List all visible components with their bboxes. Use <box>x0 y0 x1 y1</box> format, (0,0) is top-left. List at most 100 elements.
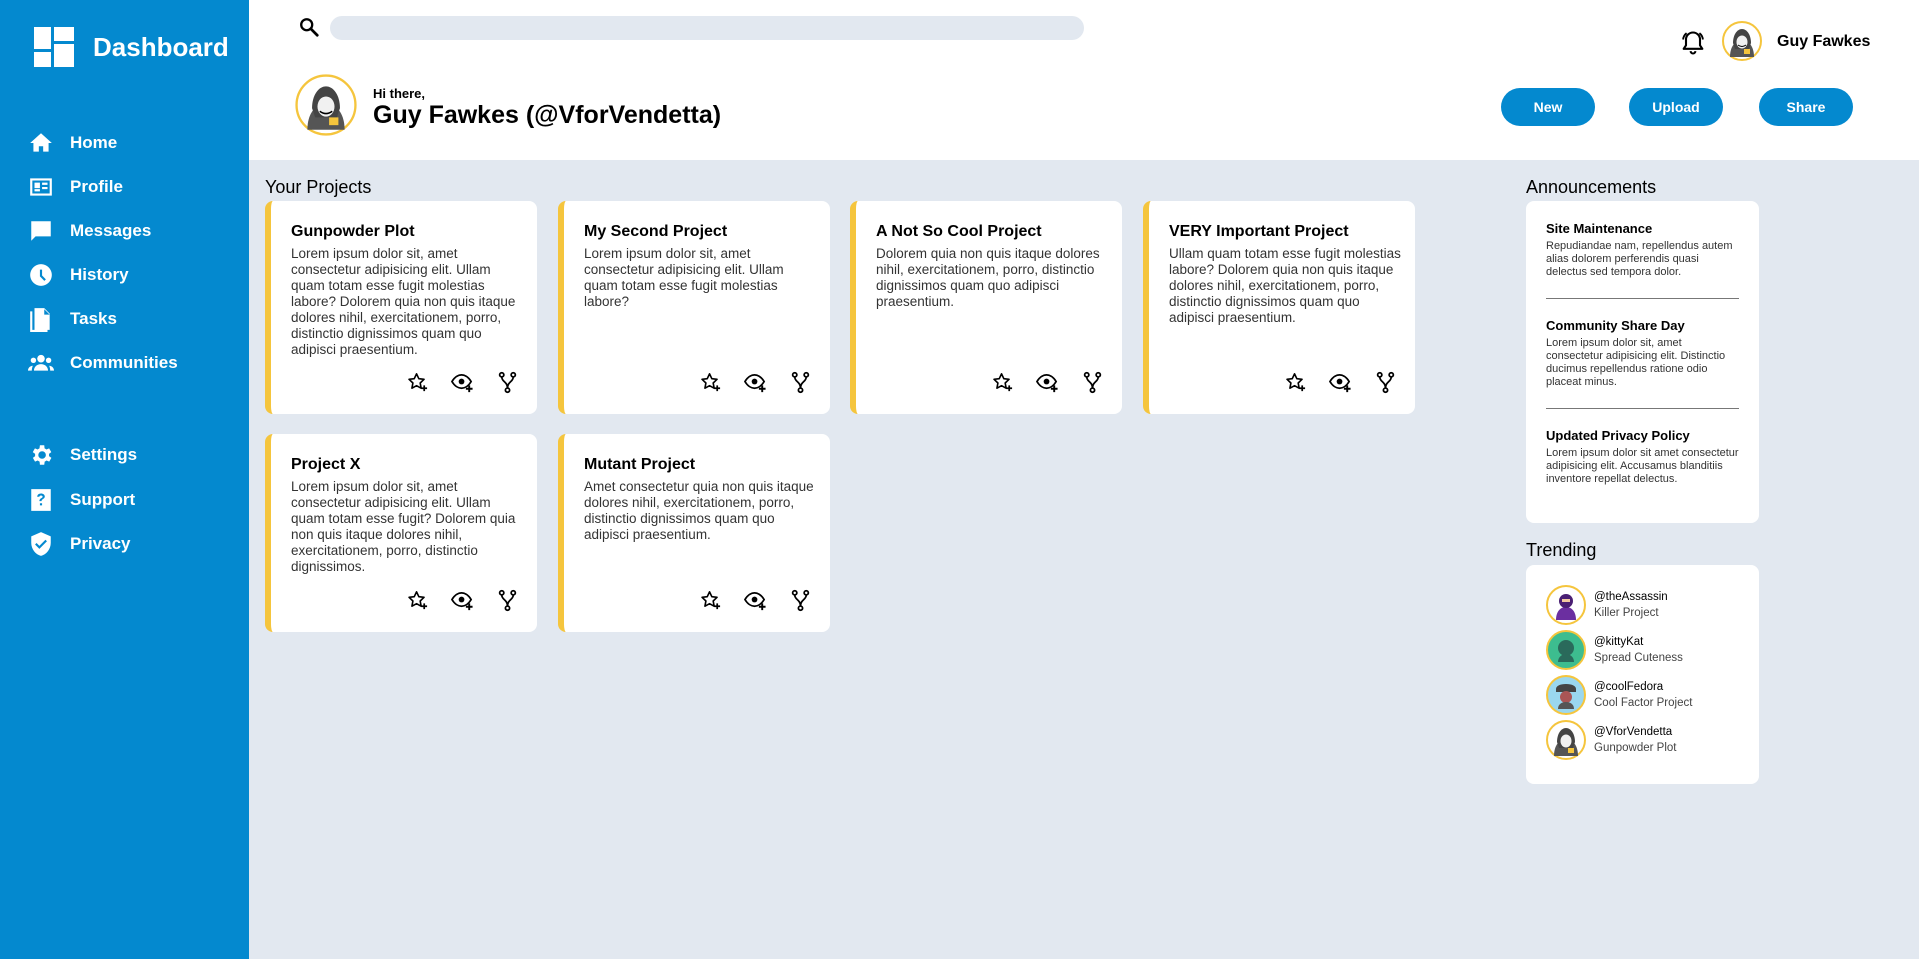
fork-icon[interactable] <box>1081 371 1104 394</box>
trending-item[interactable]: @theAssassin Killer Project <box>1546 585 1668 625</box>
brand-title: Dashboard <box>93 31 229 62</box>
watch-icon[interactable] <box>744 371 767 394</box>
star-icon[interactable] <box>406 371 429 394</box>
announcement-title: Community Share Day <box>1546 318 1685 333</box>
trending-item[interactable]: @coolFedora Cool Factor Project <box>1546 675 1692 715</box>
sidebar-item-label: Communities <box>70 353 178 372</box>
bell-icon[interactable] <box>1679 29 1707 57</box>
sidebar-item-tasks[interactable]: Tasks <box>28 306 117 332</box>
sidebar-item-label: Profile <box>70 177 123 196</box>
trending-item[interactable]: @kittyKat Spread Cuteness <box>1546 630 1683 670</box>
user-name[interactable]: Guy Fawkes <box>1777 33 1870 51</box>
project-title: VERY Important Project <box>1169 223 1349 240</box>
project-description: Lorem ipsum dolor sit, amet consectetur … <box>291 246 516 357</box>
star-icon[interactable] <box>699 589 722 612</box>
project-card[interactable]: VERY Important Project Ullam quam totam e… <box>1143 201 1415 414</box>
trending-panel: @theAssassin Killer Project @kittyKat Spre… <box>1526 565 1759 784</box>
announcements-panel: Site Maintenance Repudiandae nam, repell… <box>1526 201 1759 523</box>
watch-icon[interactable] <box>451 589 474 612</box>
trending-item[interactable]: @VforVendetta Gunpowder Plot <box>1546 720 1676 760</box>
project-description: Amet consectetur quia non quis itaque do… <box>584 479 814 542</box>
help-icon <box>31 489 51 511</box>
chat-icon <box>31 221 51 241</box>
project-description: Lorem ipsum dolor sit, amet consectetur … <box>584 246 784 309</box>
watch-icon[interactable] <box>1329 371 1352 394</box>
project-actions <box>1284 371 1397 394</box>
watch-icon[interactable] <box>451 371 474 394</box>
project-description: Ullam quam totam esse fugit molestias la… <box>1169 246 1401 325</box>
announcement-item[interactable]: Site Maintenance Repudiandae nam, repell… <box>1546 221 1739 279</box>
sidebar-item-support[interactable]: Support <box>28 487 135 513</box>
project-actions <box>406 589 519 612</box>
sidebar-item-settings[interactable]: Settings <box>28 442 137 468</box>
page-title: Guy Fawkes (@VforVendetta) <box>373 101 722 129</box>
announcement-title: Site Maintenance <box>1546 221 1653 236</box>
star-icon[interactable] <box>699 371 722 394</box>
sidebar-item-privacy[interactable]: Privacy <box>28 531 131 557</box>
project-card[interactable]: Project X Lorem ipsum dolor sit, amet con… <box>265 434 537 632</box>
star-icon[interactable] <box>406 589 429 612</box>
watch-icon[interactable] <box>744 589 767 612</box>
upload-button[interactable]: Upload <box>1629 88 1723 126</box>
divider <box>1546 298 1739 299</box>
greeting-avatar <box>295 74 357 136</box>
announcement-item[interactable]: Updated Privacy Policy Lorem ipsum dolor… <box>1546 428 1739 486</box>
trending-handle: @coolFedora <box>1594 681 1664 693</box>
brand[interactable]: Dashboard <box>34 27 229 67</box>
sidebar-item-label: Home <box>70 133 118 152</box>
project-description: Lorem ipsum dolor sit, amet consectetur … <box>291 479 516 574</box>
project-actions <box>406 371 519 394</box>
sidebar-item-label: Privacy <box>70 534 131 553</box>
sidebar-item-profile[interactable]: Profile <box>28 174 123 200</box>
sidebar-item-home[interactable]: Home <box>28 130 117 156</box>
star-icon[interactable] <box>1284 371 1307 394</box>
sidebar-item-communities[interactable]: Communities <box>28 350 178 376</box>
sidebar-item-label: Tasks <box>70 309 117 328</box>
project-card[interactable]: Mutant Project Amet consectetur quia non … <box>558 434 830 632</box>
star-icon[interactable] <box>991 371 1014 394</box>
new-button[interactable]: New <box>1501 88 1595 126</box>
watch-icon[interactable] <box>1036 371 1059 394</box>
announcement-title: Updated Privacy Policy <box>1546 428 1690 443</box>
sidebar-item-messages[interactable]: Messages <box>28 218 151 244</box>
project-card[interactable]: My Second Project Lorem ipsum dolor sit, … <box>558 201 830 414</box>
project-card[interactable]: A Not So Cool Project Dolorem quia non qu… <box>850 201 1122 414</box>
user-avatar[interactable] <box>1722 21 1762 61</box>
sidebar-item-label: Support <box>70 490 136 509</box>
project-actions <box>699 589 812 612</box>
fork-icon[interactable] <box>789 589 812 612</box>
announcement-body: Repudiandae nam, repellendus autem alias… <box>1546 240 1733 278</box>
project-title: Project X <box>291 456 361 473</box>
projects-section-title: Your Projects <box>265 177 372 197</box>
users-icon <box>28 354 54 371</box>
project-card[interactable]: Gunpowder Plot Lorem ipsum dolor sit, ame… <box>265 201 537 414</box>
fork-icon[interactable] <box>789 371 812 394</box>
trending-project: Killer Project <box>1594 607 1659 619</box>
divider <box>1546 408 1739 409</box>
trending-handle: @VforVendetta <box>1594 726 1673 738</box>
document-icon <box>30 308 50 332</box>
project-actions <box>699 371 812 394</box>
project-title: Gunpowder Plot <box>291 223 415 240</box>
fork-icon[interactable] <box>1374 371 1397 394</box>
sidebar-item-label: Settings <box>70 445 138 464</box>
sidebar-item-history[interactable]: History <box>28 262 129 288</box>
trending-handle: @theAssassin <box>1594 591 1668 603</box>
project-actions <box>991 371 1104 394</box>
avatar <box>1546 630 1586 670</box>
share-button[interactable]: Share <box>1759 88 1853 126</box>
project-title: A Not So Cool Project <box>876 223 1042 240</box>
trending-handle: @kittyKat <box>1594 636 1644 648</box>
trending-project: Spread Cuteness <box>1594 652 1683 664</box>
sidebar-item-label: History <box>70 265 129 284</box>
fork-icon[interactable] <box>496 371 519 394</box>
announcement-item[interactable]: Community Share Day Lorem ipsum dolor si… <box>1546 318 1739 389</box>
fork-icon[interactable] <box>496 589 519 612</box>
search-input[interactable] <box>330 16 1084 40</box>
sidebar-item-label: Messages <box>70 221 152 240</box>
announcement-body: Lorem ipsum dolor sit, amet consectetur … <box>1546 337 1726 388</box>
avatar <box>1546 720 1586 760</box>
trending-title: Trending <box>1526 540 1597 560</box>
project-title: Mutant Project <box>584 456 696 473</box>
search-icon[interactable] <box>298 16 320 38</box>
